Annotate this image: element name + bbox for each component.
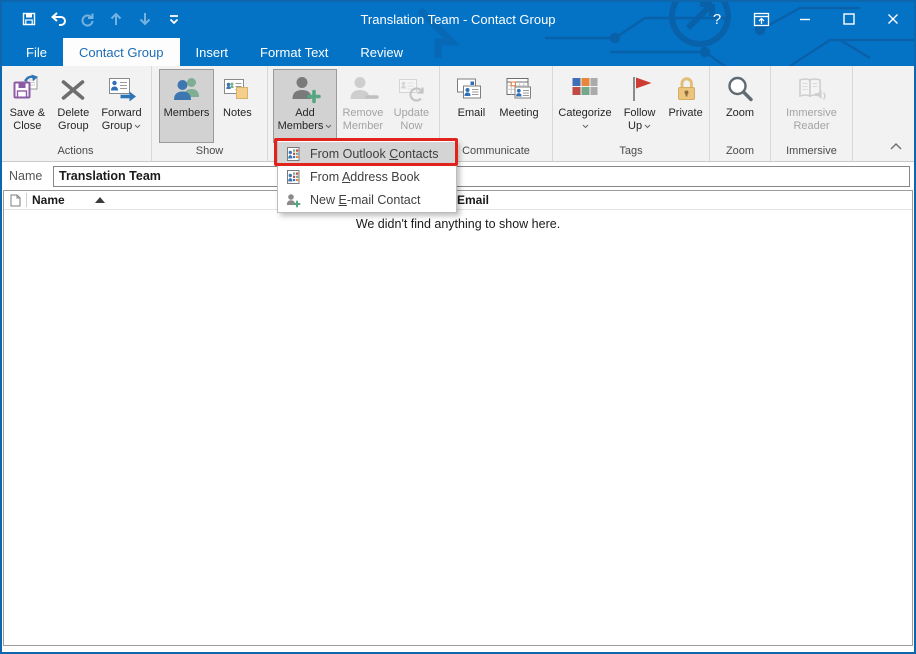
save-icon[interactable] [18,8,40,30]
menu-item-label: From Address Book [310,170,420,184]
tab-insert[interactable]: Insert [180,38,245,66]
window-controls: ? [702,0,908,38]
members-list-header: Name Email [4,191,912,210]
notes-icon [221,73,253,105]
dropdown-chevron-icon [582,124,589,129]
empty-list-message: We didn't find anything to show here. [4,217,912,231]
dropdown-chevron-icon [644,124,651,129]
tab-review[interactable]: Review [344,38,419,66]
ribbon-group-show: Members Notes Show [152,66,268,161]
add-members-dropdown-menu: From Outlook Contacts From Address Book [277,140,457,213]
ribbon-display-options-button[interactable] [746,6,776,32]
address-book-icon [285,146,301,162]
group-label-immersive: Immersive [771,144,852,161]
undo-icon[interactable] [47,8,69,30]
tab-contact-group[interactable]: Contact Group [63,38,180,66]
close-button[interactable] [878,6,908,32]
add-members-button[interactable]: AddMembers [273,69,338,143]
categorize-icon [569,73,601,105]
follow-up-flag-icon [624,73,656,105]
header: Translation Team - Contact Group ? Fil [0,0,916,66]
move-down-icon[interactable] [134,8,156,30]
group-label-tags: Tags [553,144,709,161]
group-name-input[interactable] [53,166,910,187]
menu-item-label: New E-mail Contact [310,193,420,207]
notes-button[interactable]: Notes [214,69,260,143]
forward-group-icon [106,73,138,105]
immersive-reader-icon [795,73,827,105]
ribbon-group-tags: Categorize FollowUp Pr [553,66,710,161]
private-button[interactable]: Private [663,69,709,143]
group-label-show: Show [152,144,267,161]
maximize-button[interactable] [834,6,864,32]
tab-format-text[interactable]: Format Text [244,38,344,66]
menu-item-label: From Outlook Contacts [310,147,439,161]
members-icon [171,73,203,105]
title-bar: Translation Team - Contact Group ? [0,0,916,38]
private-lock-icon [670,73,702,105]
menu-item-new-email-contact[interactable]: New E-mail Contact [278,188,456,211]
update-now-icon [395,73,427,105]
zoom-button[interactable]: Zoom [717,69,763,143]
name-field-label: Name [9,169,53,183]
email-column-header[interactable]: Email [452,191,912,209]
collapse-ribbon-icon[interactable] [890,137,902,155]
sort-ascending-icon [95,197,105,203]
remove-member-icon [347,73,379,105]
item-type-column-header[interactable] [4,191,26,209]
ribbon-spacer [853,66,916,161]
delete-group-button[interactable]: DeleteGroup [50,69,96,143]
delete-icon [57,73,89,105]
meeting-icon [503,73,535,105]
contact-group-window: Translation Team - Contact Group ? Fil [0,0,916,654]
members-list: Name Email We didn't find anything to sh… [3,190,913,646]
customize-quick-access-toolbar-icon[interactable] [163,8,185,30]
document-icon [10,194,21,207]
contact-group-form: Name Name Email We didn't find [0,162,916,654]
remove-member-button: RemoveMember [337,69,388,143]
redo-icon[interactable] [76,8,98,30]
help-button[interactable]: ? [702,6,732,32]
ribbon-group-zoom: Zoom Zoom [710,66,771,161]
save-close-icon [11,73,43,105]
update-now-button: UpdateNow [388,69,434,143]
tab-file[interactable]: File [10,38,63,66]
dropdown-chevron-icon [325,124,332,129]
dropdown-chevron-icon [134,124,141,129]
forward-group-button[interactable]: ForwardGroup [96,69,146,143]
move-up-icon[interactable] [105,8,127,30]
meeting-button[interactable]: Meeting [494,69,543,143]
members-button[interactable]: Members [159,69,215,143]
name-field-row: Name [3,162,913,190]
new-contact-icon [285,192,301,208]
quick-access-toolbar [0,8,185,30]
address-book-icon [285,169,301,185]
email-button[interactable]: Email [448,69,494,143]
menu-item-from-address-book[interactable]: From Address Book [278,165,456,188]
immersive-reader-button: ImmersiveReader [781,69,842,143]
ribbon: Save &Close DeleteGroup [0,66,916,162]
group-label-zoom: Zoom [710,144,770,161]
email-icon [455,73,487,105]
zoom-magnifier-icon [724,73,756,105]
group-label-actions: Actions [0,144,151,161]
add-members-icon [289,73,321,105]
save-and-close-button[interactable]: Save &Close [4,69,50,143]
minimize-button[interactable] [790,6,820,32]
ribbon-tabs: File Contact Group Insert Format Text Re… [0,38,916,66]
ribbon-group-actions: Save &Close DeleteGroup [0,66,152,161]
categorize-button[interactable]: Categorize [553,69,616,143]
ribbon-group-immersive: ImmersiveReader Immersive [771,66,853,161]
follow-up-button[interactable]: FollowUp [617,69,663,143]
menu-item-from-outlook-contacts[interactable]: From Outlook Contacts [278,142,456,165]
